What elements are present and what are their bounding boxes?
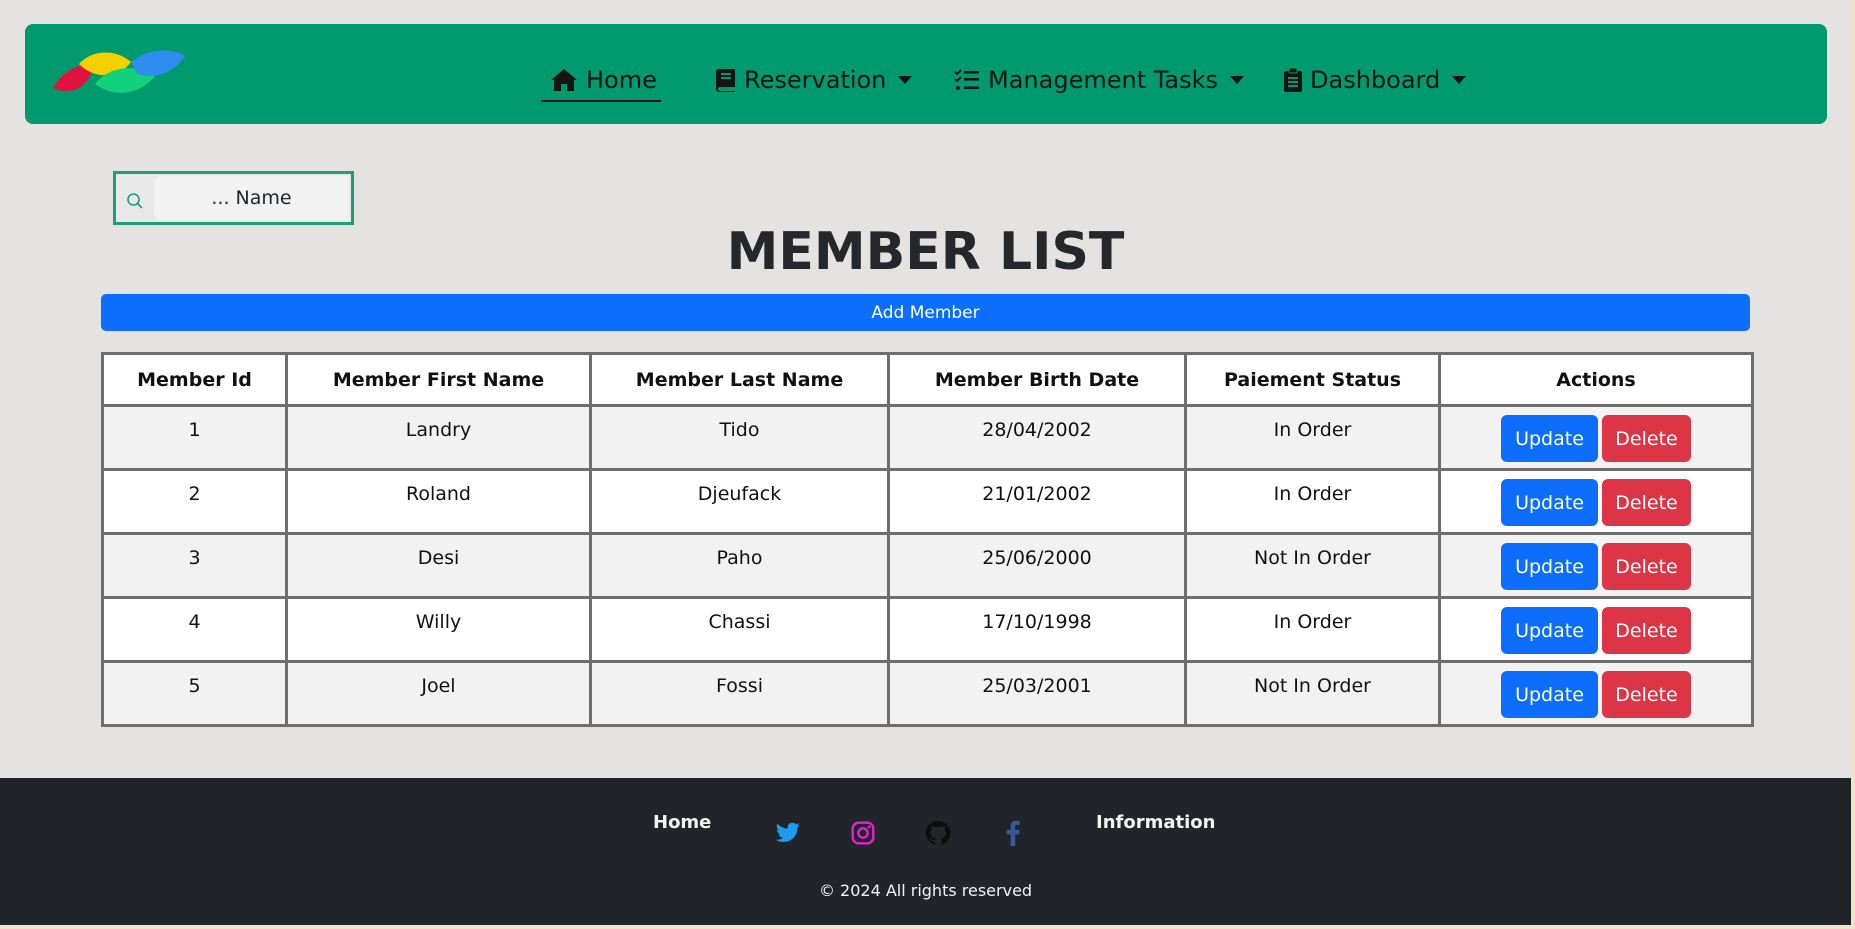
nav-item-home[interactable]: Home xyxy=(550,60,657,100)
delete-button[interactable]: Delete xyxy=(1602,607,1691,654)
first-name-cell: Willy xyxy=(285,596,592,663)
caret-down-icon xyxy=(1452,76,1467,84)
footer-information-link[interactable]: Information xyxy=(1096,812,1215,833)
caret-down-icon xyxy=(898,76,913,84)
payment-status-cell: Not In Order xyxy=(1184,660,1441,727)
payment-status-cell: In Order xyxy=(1184,468,1441,535)
nav-item-label: Home xyxy=(586,66,657,94)
column-header: Member Id xyxy=(101,352,288,407)
nav-item-label: Reservation xyxy=(744,66,887,94)
member-id-cell: 1 xyxy=(101,404,288,471)
footer: Home Information © 2024 All rights reser… xyxy=(0,778,1851,925)
payment-status-cell: In Order xyxy=(1184,404,1441,471)
nav-item-label: Dashboard xyxy=(1310,66,1441,94)
footer-home-link[interactable]: Home xyxy=(653,812,711,833)
add-member-button[interactable]: Add Member xyxy=(101,294,1750,331)
facebook-icon[interactable] xyxy=(1000,820,1026,846)
clipboard-icon xyxy=(1284,68,1302,92)
search-icon xyxy=(127,193,143,209)
actions-cell: Update Delete xyxy=(1438,404,1754,471)
member-id-cell: 4 xyxy=(101,596,288,663)
page-title: MEMBER LIST xyxy=(726,222,1125,282)
actions-cell: Update Delete xyxy=(1438,596,1754,663)
table-header-row: Member Id Member First Name Member Last … xyxy=(101,352,1754,407)
nav-item-dashboard[interactable]: Dashboard xyxy=(1284,60,1467,100)
search-box xyxy=(113,171,354,225)
book-icon xyxy=(716,69,735,92)
actions-cell: Update Delete xyxy=(1438,660,1754,727)
actions-cell: Update Delete xyxy=(1438,532,1754,599)
column-header: Member First Name xyxy=(285,352,592,407)
update-button[interactable]: Update xyxy=(1501,479,1598,526)
first-name-cell: Landry xyxy=(285,404,592,471)
table-row: 2 Roland Djeufack 21/01/2002 In Order Up… xyxy=(101,468,1754,535)
nav-item-reservation[interactable]: Reservation xyxy=(716,60,913,100)
column-header: Member Last Name xyxy=(589,352,890,407)
nav-item-label: Management Tasks xyxy=(988,66,1219,94)
task-list-icon xyxy=(954,69,979,90)
delete-button[interactable]: Delete xyxy=(1602,543,1691,590)
update-button[interactable]: Update xyxy=(1501,543,1598,590)
member-id-cell: 3 xyxy=(101,532,288,599)
last-name-cell: Fossi xyxy=(589,660,890,727)
delete-button[interactable]: Delete xyxy=(1602,671,1691,718)
active-nav-underline xyxy=(541,100,661,102)
home-icon xyxy=(551,69,577,91)
last-name-cell: Tido xyxy=(589,404,890,471)
birth-date-cell: 17/10/1998 xyxy=(887,596,1187,663)
column-header: Paiement Status xyxy=(1184,352,1441,407)
navbar: Home Reservation Management Tasks Dashbo… xyxy=(25,24,1827,124)
birth-date-cell: 28/04/2002 xyxy=(887,404,1187,471)
first-name-cell: Roland xyxy=(285,468,592,535)
first-name-cell: Joel xyxy=(285,660,592,727)
delete-button[interactable]: Delete xyxy=(1602,415,1691,462)
github-icon[interactable] xyxy=(925,820,951,846)
brand-logo[interactable] xyxy=(51,48,185,102)
page: Home Reservation Management Tasks Dashbo… xyxy=(0,0,1851,925)
nav-item-management-tasks[interactable]: Management Tasks xyxy=(954,60,1245,100)
last-name-cell: Paho xyxy=(589,532,890,599)
birth-date-cell: 21/01/2002 xyxy=(887,468,1187,535)
first-name-cell: Desi xyxy=(285,532,592,599)
copyright-text: © 2024 All rights reserved xyxy=(818,881,1033,900)
caret-down-icon xyxy=(1230,76,1245,84)
birth-date-cell: 25/06/2000 xyxy=(887,532,1187,599)
actions-cell: Update Delete xyxy=(1438,468,1754,535)
last-name-cell: Chassi xyxy=(589,596,890,663)
member-id-cell: 5 xyxy=(101,660,288,727)
delete-button[interactable]: Delete xyxy=(1602,479,1691,526)
update-button[interactable]: Update xyxy=(1501,415,1598,462)
instagram-icon[interactable] xyxy=(850,820,876,846)
payment-status-cell: In Order xyxy=(1184,596,1441,663)
twitter-icon[interactable] xyxy=(775,820,801,846)
update-button[interactable]: Update xyxy=(1501,671,1598,718)
table-row: 3 Desi Paho 25/06/2000 Not In Order Upda… xyxy=(101,532,1754,599)
member-table: Member Id Member First Name Member Last … xyxy=(101,352,1754,727)
birth-date-cell: 25/03/2001 xyxy=(887,660,1187,727)
update-button[interactable]: Update xyxy=(1501,607,1598,654)
payment-status-cell: Not In Order xyxy=(1184,532,1441,599)
last-name-cell: Djeufack xyxy=(589,468,890,535)
member-id-cell: 2 xyxy=(101,468,288,535)
column-header: Member Birth Date xyxy=(887,352,1187,407)
table-row: 5 Joel Fossi 25/03/2001 Not In Order Upd… xyxy=(101,660,1754,727)
table-row: 4 Willy Chassi 17/10/1998 In Order Updat… xyxy=(101,596,1754,663)
search-input[interactable] xyxy=(154,176,349,220)
table-row: 1 Landry Tido 28/04/2002 In Order Update… xyxy=(101,404,1754,471)
column-header: Actions xyxy=(1438,352,1754,407)
